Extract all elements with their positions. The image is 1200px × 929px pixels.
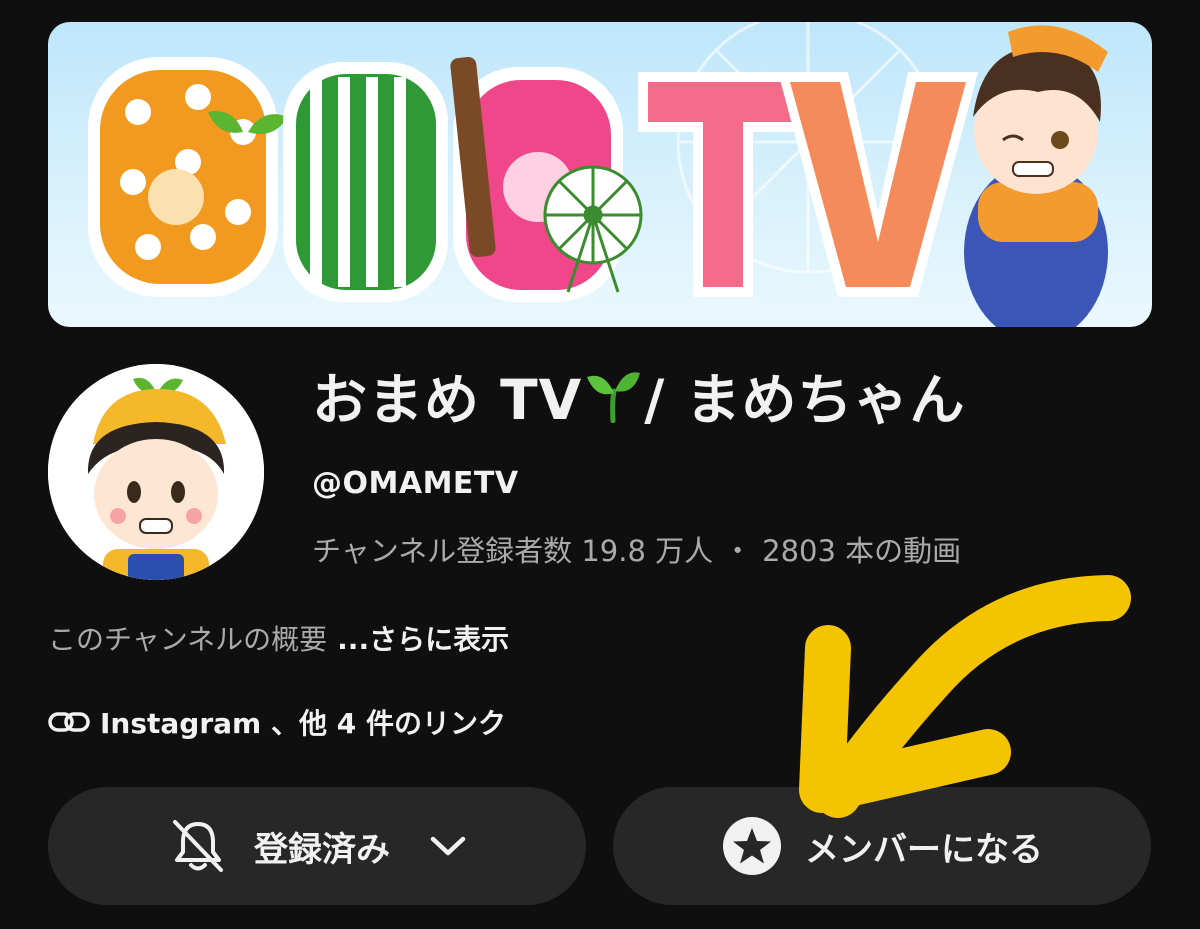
star-icon [721,815,783,877]
avatar-illustration [48,364,264,580]
links-text: Instagram 、他 4 件のリンク [100,707,506,740]
banner-letter-o [88,57,278,297]
channel-name: おまめ TV / まめちゃん [312,360,965,440]
channel-description[interactable]: このチャンネルの概要 ...さらに表示 [48,618,509,658]
member-label: メンバーになる [805,829,1043,870]
channel-name-part1: おまめ TV [312,368,583,432]
channel-stats: チャンネル登録者数 19.8 万人・ 2803 本の動画 [312,528,961,570]
banner-letter-ma [283,62,448,302]
description-text: このチャンネルの概要 [48,623,328,656]
show-more-link[interactable]: ...さらに表示 [337,623,509,656]
banner-character [964,25,1108,327]
channel-handle: @OMAMETV [312,466,519,501]
bell-off-icon [168,816,228,876]
stats-separator: ・ [723,534,753,568]
banner-artwork [88,22,1108,327]
channel-links[interactable]: Instagram 、他 4 件のリンク [48,702,506,742]
subscribed-label: 登録済み [254,829,390,870]
chevron-down-icon [430,835,466,857]
video-count: 2803 本の動画 [762,534,962,568]
channel-page: おまめ TV / まめちゃん @OMAMETV チャンネル登録者数 19.8 万人… [0,0,1200,929]
channel-avatar[interactable] [48,364,264,580]
subscriber-count: チャンネル登録者数 19.8 万人 [312,534,714,568]
subscribed-button[interactable]: 登録済み [48,787,586,905]
join-membership-button[interactable]: メンバーになる [613,787,1151,905]
link-icon [48,709,90,735]
channel-banner [48,22,1152,327]
channel-name-part2: / まめちゃん [644,368,966,432]
sprout-icon [584,364,642,444]
